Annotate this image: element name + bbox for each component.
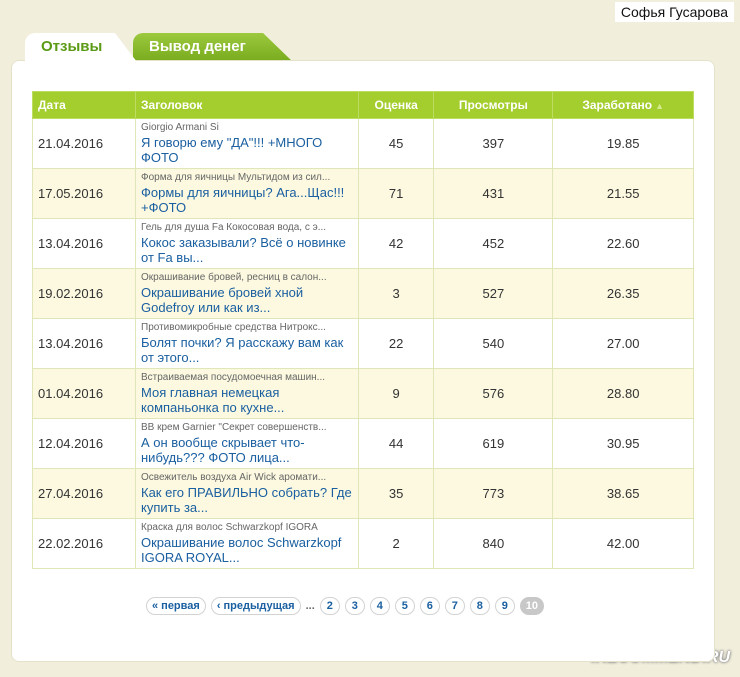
table-row: 19.02.2016 Окрашивание бровей, ресниц в с…	[32, 268, 694, 319]
page-link[interactable]: 4	[369, 597, 390, 615]
row-views: 431	[433, 168, 554, 219]
row-review-title-link[interactable]: Болят почки? Я расскажу вам как от этого…	[141, 335, 353, 365]
row-review-title-link[interactable]: Я говорю ему "ДА"!!! +МНОГО ФОТО	[141, 135, 353, 165]
row-earned: 42.00	[552, 518, 694, 569]
tab-reviews[interactable]: Отзывы	[25, 33, 137, 62]
col-date-header[interactable]: Дата	[32, 91, 136, 119]
page-link[interactable]: 6	[419, 597, 440, 615]
row-product-name: Гель для душа Fa Кокосовая вода, с э...	[141, 222, 327, 233]
page-link[interactable]: 9	[494, 597, 515, 615]
page-link[interactable]: 3	[344, 597, 365, 615]
col-views-header[interactable]: Просмотры	[433, 91, 554, 119]
row-rating: 45	[357, 118, 435, 169]
table-header-row: Дата Заголовок Оценка Просмотры Заработа…	[32, 91, 694, 119]
row-review-title-link[interactable]: Окрашивание волос Schwarzkopf IGORA ROYA…	[141, 535, 353, 565]
row-earned: 28.80	[552, 368, 694, 419]
row-product-name: ВВ крем Garnier "Секрет совершенств...	[141, 422, 327, 433]
row-date: 21.04.2016	[32, 118, 136, 169]
row-rating: 3	[357, 268, 435, 319]
row-earned: 26.35	[552, 268, 694, 319]
user-name[interactable]: Софья Гусарова	[614, 2, 734, 22]
col-rating-header[interactable]: Оценка	[357, 91, 435, 119]
table-row: 01.04.2016 Встраиваемая посудомоечная маш…	[32, 368, 694, 419]
row-rating: 22	[357, 318, 435, 369]
row-product-name: Освежитель воздуха Air Wick аромати...	[141, 472, 327, 483]
row-review-title-link[interactable]: Кокос заказывали? Всё о новинке от Fa вы…	[141, 235, 353, 265]
row-date: 12.04.2016	[32, 418, 136, 469]
row-title-cell: Краска для волос Schwarzkopf IGORA Окраши…	[135, 518, 359, 569]
row-title-cell: Giorgio Armani Si Я говорю ему "ДА"!!! +М…	[135, 118, 359, 169]
pager-ellipsis: ...	[305, 600, 315, 612]
row-product-name: Краска для волос Schwarzkopf IGORA	[141, 522, 318, 533]
tab-withdraw[interactable]: Вывод денег	[133, 33, 293, 62]
table-row: 12.04.2016 ВВ крем Garnier "Секрет соверш…	[32, 418, 694, 469]
table-row: 13.04.2016 Гель для душа Fa Кокосовая вод…	[32, 218, 694, 269]
page-link[interactable]: 5	[394, 597, 415, 615]
row-views: 527	[433, 268, 554, 319]
row-review-title-link[interactable]: Моя главная немецкая компаньонка по кухн…	[141, 385, 353, 415]
row-views: 452	[433, 218, 554, 269]
row-product-name: Giorgio Armani Si	[141, 122, 219, 133]
row-views: 576	[433, 368, 554, 419]
row-views: 840	[433, 518, 554, 569]
row-title-cell: Освежитель воздуха Air Wick аромати... Ка…	[135, 468, 359, 519]
row-product-name: Встраиваемая посудомоечная машин...	[141, 372, 326, 383]
row-review-title-link[interactable]: А он вообще скрывает что-нибудь??? ФОТО …	[141, 435, 353, 465]
row-title-cell: Противомикробные средства Нитрокс... Боля…	[135, 318, 359, 369]
row-rating: 35	[357, 468, 435, 519]
col-earned-header[interactable]: Заработано ▲	[552, 91, 694, 119]
prev-page-link[interactable]: ‹ предыдущая	[210, 597, 301, 615]
row-earned: 21.55	[552, 168, 694, 219]
page-link[interactable]: 7	[444, 597, 465, 615]
row-review-title-link[interactable]: Как его ПРАВИЛЬНО собрать? Где купить за…	[141, 485, 353, 515]
row-earned: 27.00	[552, 318, 694, 369]
row-earned: 22.60	[552, 218, 694, 269]
row-date: 13.04.2016	[32, 218, 136, 269]
table-row: 22.02.2016 Краска для волос Schwarzkopf I…	[32, 518, 694, 569]
row-review-title-link[interactable]: Формы для яичницы? Ага...Щас!!! +ФОТО	[141, 185, 353, 215]
current-page: 10	[519, 597, 544, 615]
row-rating: 44	[357, 418, 435, 469]
table-row: 21.04.2016 Giorgio Armani Si Я говорю ему …	[32, 118, 694, 169]
row-date: 27.04.2016	[32, 468, 136, 519]
row-product-name: Форма для яичницы Мультидом из сил...	[141, 172, 331, 183]
row-earned: 30.95	[552, 418, 694, 469]
row-rating: 9	[357, 368, 435, 419]
row-rating: 71	[357, 168, 435, 219]
row-date: 17.05.2016	[32, 168, 136, 219]
row-title-cell: Окрашивание бровей, ресниц в салон... Окр…	[135, 268, 359, 319]
table-row: 17.05.2016 Форма для яичницы Мультидом из…	[32, 168, 694, 219]
pagination: « первая ‹ предыдущая ... 23456789 10	[146, 597, 544, 615]
row-title-cell: Форма для яичницы Мультидом из сил... Фор…	[135, 168, 359, 219]
row-date: 01.04.2016	[32, 368, 136, 419]
reviews-panel: Дата Заголовок Оценка Просмотры Заработа…	[11, 60, 715, 662]
row-date: 13.04.2016	[32, 318, 136, 369]
table-row: 13.04.2016 Противомикробные средства Нитр…	[32, 318, 694, 369]
row-earned: 19.85	[552, 118, 694, 169]
col-earned-label: Заработано	[582, 98, 653, 112]
table-row: 27.04.2016 Освежитель воздуха Air Wick ар…	[32, 468, 694, 519]
reviews-table: Дата Заголовок Оценка Просмотры Заработа…	[32, 91, 694, 569]
row-date: 19.02.2016	[32, 268, 136, 319]
row-date: 22.02.2016	[32, 518, 136, 569]
row-product-name: Противомикробные средства Нитрокс...	[141, 322, 326, 333]
row-title-cell: Гель для душа Fa Кокосовая вода, с э... К…	[135, 218, 359, 269]
col-title-header[interactable]: Заголовок	[135, 91, 359, 119]
row-title-cell: ВВ крем Garnier "Секрет совершенств... А …	[135, 418, 359, 469]
row-views: 540	[433, 318, 554, 369]
row-review-title-link[interactable]: Окрашивание бровей хной Godefroy или как…	[141, 285, 353, 315]
row-title-cell: Встраиваемая посудомоечная машин... Моя г…	[135, 368, 359, 419]
row-rating: 42	[357, 218, 435, 269]
row-earned: 38.65	[552, 468, 694, 519]
row-views: 773	[433, 468, 554, 519]
first-page-link[interactable]: « первая	[146, 597, 206, 615]
row-views: 619	[433, 418, 554, 469]
page-link[interactable]: 8	[469, 597, 490, 615]
row-rating: 2	[357, 518, 435, 569]
sort-up-icon: ▲	[655, 101, 665, 111]
row-product-name: Окрашивание бровей, ресниц в салон...	[141, 272, 327, 283]
row-views: 397	[433, 118, 554, 169]
page-link[interactable]: 2	[319, 597, 340, 615]
